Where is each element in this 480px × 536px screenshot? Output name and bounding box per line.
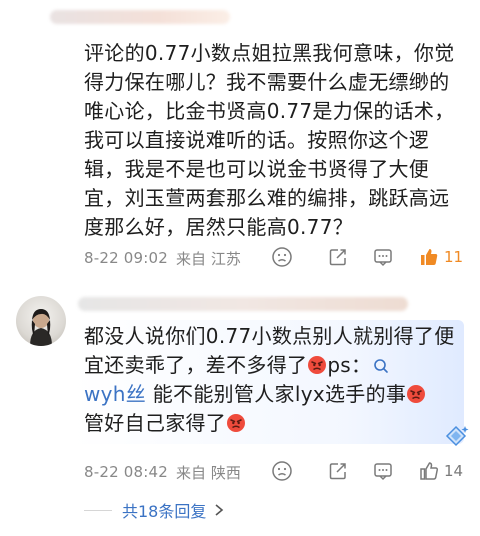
- angry-face-emoji: [227, 414, 246, 432]
- like-icon: [421, 249, 438, 265]
- comment-location: 来自 江苏: [176, 249, 241, 268]
- react-button[interactable]: [271, 460, 293, 482]
- face-icon: [272, 461, 292, 481]
- angry-face-emoji: [407, 385, 426, 403]
- comment-text-1: 都没人说你们0.77小数点别人就别得了便宜还卖乖了，差不多得了: [84, 324, 455, 377]
- comment-text-4: 管好自己家得了: [84, 411, 227, 435]
- search-icon: [374, 359, 389, 373]
- comment-body: 都没人说你们0.77小数点别人就别得了便宜还卖乖了，差不多得了 ps： wyh丝 能…: [84, 322, 468, 438]
- sparkle-badge: [442, 422, 470, 450]
- share-button[interactable]: [327, 460, 349, 482]
- username-blurred[interactable]: [78, 297, 408, 311]
- replies-count-label: 共18条回复: [122, 502, 207, 521]
- comment-time: 8-22 08:42: [84, 463, 169, 481]
- comment-button[interactable]: [372, 460, 394, 482]
- comment-text-3: 能不能别管人家lyx选手的事: [146, 382, 407, 406]
- comment-button[interactable]: [372, 246, 394, 268]
- react-button[interactable]: [271, 246, 293, 268]
- comment-icon: [374, 463, 392, 481]
- like-button[interactable]: 11: [418, 246, 463, 268]
- angry-face-emoji: [308, 356, 327, 374]
- share-icon: [329, 249, 346, 266]
- comment-time: 8-22 09:02: [84, 249, 169, 267]
- share-button[interactable]: [327, 246, 349, 268]
- share-icon: [329, 463, 346, 480]
- comment-icon: [374, 249, 392, 267]
- view-replies-link[interactable]: 共18条回复: [84, 498, 224, 522]
- like-count: 14: [444, 462, 464, 480]
- like-count: 11: [444, 248, 464, 266]
- face-icon: [272, 247, 292, 267]
- username-blurred[interactable]: [50, 10, 230, 24]
- chevron-right-icon: [215, 504, 224, 516]
- avatar[interactable]: [16, 296, 66, 346]
- like-icon: [420, 462, 438, 480]
- comment-text-2: ps：: [327, 353, 372, 377]
- like-button[interactable]: 14: [418, 460, 463, 482]
- search-link[interactable]: wyh丝: [84, 382, 146, 406]
- divider: [84, 509, 112, 511]
- diamond-sparkle-icon: [445, 425, 469, 447]
- comment-body: 评论的0.77小数点姐拉黑我何意味，你觉得力保在哪儿？我不需要什么虚无缥缈的唯心…: [84, 41, 455, 239]
- comment-location: 来自 陕西: [176, 463, 241, 482]
